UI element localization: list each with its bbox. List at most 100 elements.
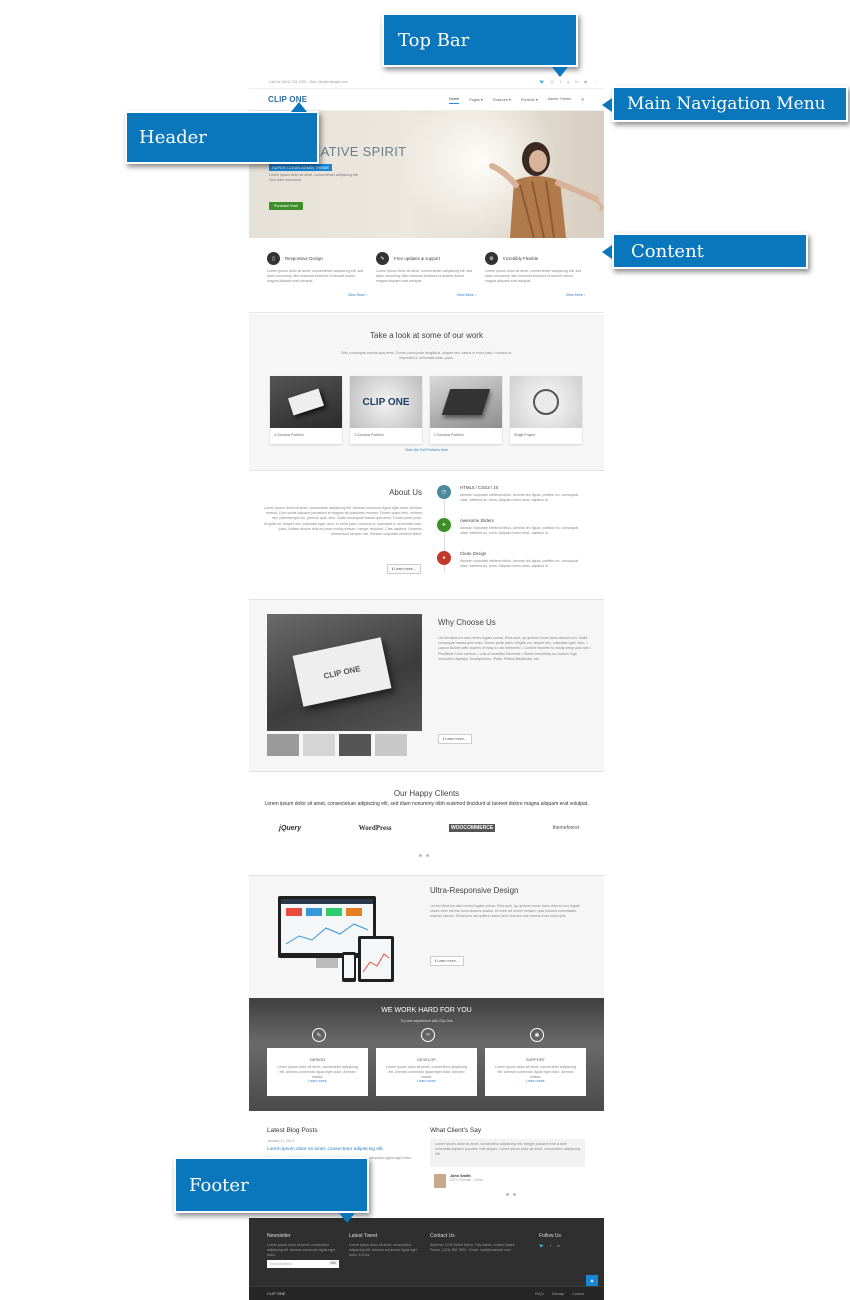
carousel-dots [419,854,429,857]
main-navigation: Home Pages ▾ Features ▾ Portfolio ▾ Admi… [448,97,584,104]
carousel-dot[interactable] [506,1193,509,1196]
thumbnail[interactable] [375,734,407,756]
linkedin-icon[interactable]: in [575,79,578,84]
send-icon: ➤ [437,518,451,532]
google-plus-icon[interactable]: g [567,79,569,84]
code-icon: ◷ [437,485,451,499]
carousel-dot[interactable] [513,1193,516,1196]
thumbnail[interactable] [339,734,371,756]
service-card: DESIGN Lorem ipsum dolor sit amet, conse… [267,1048,368,1096]
footer-link-contact[interactable]: Contact [572,1292,584,1296]
portfolio-item[interactable]: CLIP ONE 3 Columns Portfolio [350,376,422,444]
callout-top-bar: Top Bar [382,13,578,77]
testimonial-quote: Lorem ipsum dolor sit amet, consectetur … [430,1139,585,1167]
card-logo: CLIP ONE [322,663,362,681]
hero-badge: SUPER CLEAN ADMIN THEME [269,164,333,171]
carousel-dot[interactable] [419,854,422,857]
why-text: Lid est laborum dolo rumes fugats untras… [438,636,591,661]
image-thumbnails [267,734,407,756]
thumbnail[interactable] [303,734,335,756]
drop-icon: ● [437,551,451,565]
nav-home[interactable]: Home [448,97,460,104]
nav-admin-theme[interactable]: Admin Theme [548,97,572,104]
twitter-icon[interactable]: 🐦 [539,1243,544,1248]
feature-item: ⚙ Incredibly Flexible Lorem ipsum dolor … [485,252,585,297]
newsletter-go-button[interactable]: Go! [328,1261,338,1265]
full-portfolio-link[interactable]: View the Full Portfolio here [249,448,604,452]
rss-icon[interactable]: ◔ [594,79,596,84]
footer-bottom-bar: CLIP ONE FAQ's Sitemap Contact [249,1286,604,1300]
portfolio-thumbnails: 4 Columns Portfolio CLIP ONE 3 Columns P… [270,376,582,444]
service-link[interactable]: Learn more [267,1079,368,1083]
portfolio-title: Take a look at some of our work [370,331,483,340]
portfolio-item[interactable]: 4 Columns Portfolio [270,376,342,444]
service-card: SUPPORT Lorem ipsum dolor sit amet, cons… [485,1048,586,1096]
nav-pages[interactable]: Pages ▾ [469,97,483,104]
youtube-icon[interactable]: ▶ [585,79,588,84]
business-card-image: CLIP ONE [267,614,422,731]
why-choose-us-section: CLIP ONE Why Choose Us Lid est laborum d… [249,599,604,772]
service-link[interactable]: Learn more [376,1079,477,1083]
footer-logo[interactable]: CLIP ONE [267,1291,286,1296]
callout-header: Header [125,102,319,164]
avatar [434,1174,446,1188]
nav-features[interactable]: Features ▾ [493,97,511,104]
hero-description: Lorem ipsum dolor sit amet, consectetuer… [269,173,359,182]
learn-more-button[interactable]: ℹ Learn more... [430,956,464,966]
service-link[interactable]: Learn more [485,1079,586,1083]
newsletter-email-input[interactable]: Email Address Go! [267,1260,339,1268]
testimonial-author: John Smith CEO / Founder - Clima [434,1174,482,1188]
service-title: DEVELOP [417,1057,436,1062]
portfolio-caption: 4 Columns Portfolio [274,433,304,437]
portfolio-subtitle: Tellu consequat mauris quis enim. Donec … [340,351,513,360]
clients-text: Lorem ipsum dolor sit amet, consectetuer… [264,801,589,807]
work-hard-section: WE WORK HARD FOR YOU Try new experience … [249,998,604,1111]
view-more-link[interactable]: View More › [348,293,367,297]
facebook-icon[interactable]: f [560,79,561,84]
work-hard-title: WE WORK HARD FOR YOU [381,1007,472,1014]
footer-links: FAQ's Sitemap Contact [535,1292,584,1296]
features-section: ▯ Responsive Design Lorem ipsum dolor si… [249,238,604,313]
feature-text: Lorem ipsum dolor sit amet, consectetuer… [267,269,364,283]
work-hard-subtitle: Try new experience with Clip-One [400,1019,453,1023]
footer-newsletter: Newsletter Lorem ipsum dolor sit amet, c… [267,1233,342,1258]
website-preview: Call Us: (641)-734-4763 - Mail: info@exa… [249,75,604,1300]
timeline-title: HTML5 / CSS3 / JS [460,485,499,490]
footer-latest-tweet: Latest Tweet Lorem ipsum dolor sit amet,… [349,1233,421,1258]
blog-title: Latest Blog Posts [267,1127,318,1134]
footer-link-faq[interactable]: FAQ's [535,1292,544,1296]
portfolio-item[interactable]: 2 Columns Portfolio [430,376,502,444]
linkedin-icon[interactable]: in [557,1243,560,1248]
facebook-icon[interactable]: f [550,1243,551,1248]
mobile-icon: ▯ [267,252,280,265]
callout-main-nav: Main Navigation Menu [602,86,848,122]
dribbble-icon[interactable]: ◎ [551,79,555,84]
service-card: DEVELOP Lorem ipsum dolor sit amet, cons… [376,1048,477,1096]
portfolio-item[interactable]: Single Project [510,376,582,444]
thumbnail[interactable] [267,734,299,756]
twitter-icon[interactable]: 🐦 [540,79,545,84]
devices-image [278,896,394,982]
learn-more-button[interactable]: ℹ Learn more... [387,564,421,574]
learn-more-button[interactable]: ℹ Learn more... [438,734,472,744]
blog-post-link[interactable]: Lorem ipsum dolor sit amet, consectetur … [267,1147,417,1152]
why-title: Why Choose Us [438,618,496,627]
carousel-dot[interactable] [426,854,429,857]
callout-main-nav-label: Main Navigation Menu [627,94,826,114]
topbar-social-icons: 🐦 ◎ f g in ▶ ◔ [540,79,596,84]
view-more-link[interactable]: View More › [566,293,585,297]
gear-icon: ⚙ [485,252,498,265]
purchase-button[interactable]: Purchase Now! [269,202,304,210]
search-icon[interactable]: ⚲ [581,97,584,104]
view-more-link[interactable]: View More › [457,293,476,297]
portfolio-caption: Single Project [514,433,535,437]
testimonial-dots [506,1193,516,1196]
nav-portfolio[interactable]: Portfolio ▾ [521,97,538,104]
footer-link-sitemap[interactable]: Sitemap [552,1292,564,1296]
feature-text: Lorem ipsum dolor sit amet, consectetuer… [485,269,582,283]
feature-item: ▯ Responsive Design Lorem ipsum dolor si… [267,252,367,297]
code-icon: ‹› [421,1028,435,1042]
footer-text: Lorem ipsum dolor sit amet, consectetur … [267,1243,336,1257]
feature-title: Responsive Design [285,256,323,261]
clients-title: Our Happy Clients [393,789,460,798]
